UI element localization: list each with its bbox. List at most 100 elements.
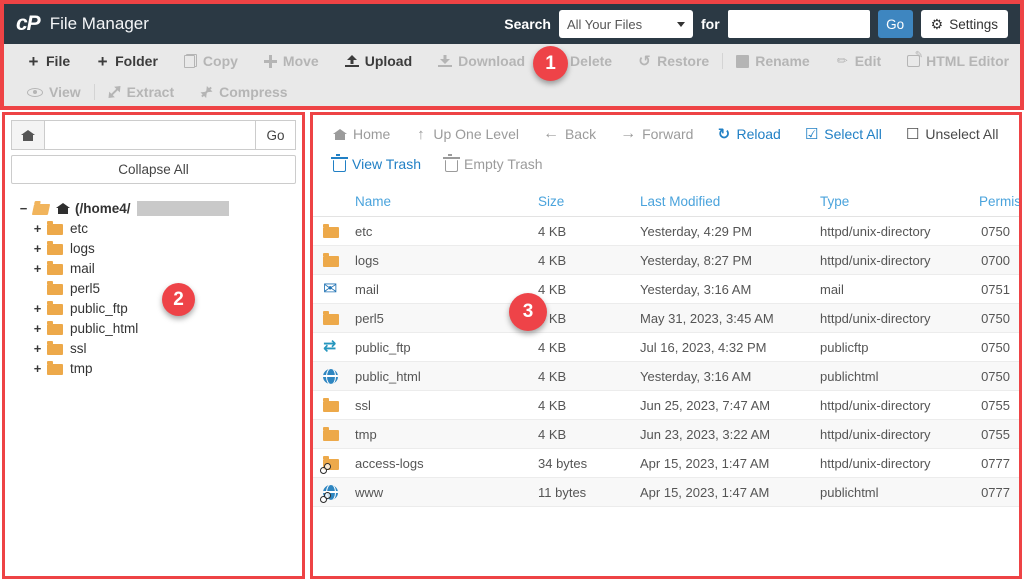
tree-item[interactable]: + logs: [11, 238, 296, 258]
table-row[interactable]: public_ftp 4 KB Jul 16, 2023, 4:32 PM pu…: [313, 333, 1019, 362]
file-size: 4 KB: [538, 282, 640, 297]
file-size: 4 KB: [538, 398, 640, 413]
file-name[interactable]: logs: [355, 253, 538, 268]
table-row[interactable]: mail 4 KB Yesterday, 3:16 AM mail 0751: [313, 275, 1019, 304]
nav-button-label: Forward: [642, 126, 693, 142]
table-row[interactable]: logs 4 KB Yesterday, 8:27 PM httpd/unix-…: [313, 246, 1019, 275]
toolbar-button[interactable]: Edit: [823, 53, 894, 69]
tree-toggle[interactable]: +: [33, 361, 42, 376]
nav-button[interactable]: Forward: [608, 125, 705, 143]
tree-item[interactable]: + ssl: [11, 338, 296, 358]
trash-button[interactable]: View Trash: [321, 156, 433, 172]
tree-item[interactable]: + public_ftp: [11, 298, 296, 318]
path-go-button[interactable]: Go: [256, 120, 296, 150]
tree-toggle[interactable]: +: [33, 301, 42, 316]
tree-toggle[interactable]: +: [33, 241, 42, 256]
trash-button[interactable]: Empty Trash: [433, 156, 555, 172]
toolbar-button[interactable]: Delete: [538, 53, 625, 69]
toolbar: File Folder Copy Move: [4, 44, 1020, 106]
tree-item[interactable]: + public_html: [11, 318, 296, 338]
column-header-name[interactable]: Name: [355, 194, 538, 209]
file-name[interactable]: access-logs: [355, 456, 538, 471]
chevron-down-icon: [677, 22, 685, 27]
for-label: for: [701, 16, 720, 32]
file-last-modified: Yesterday, 4:29 PM: [640, 224, 820, 239]
file-name[interactable]: mail: [355, 282, 538, 297]
toolbar-button[interactable]: Folder: [83, 53, 171, 69]
folder-icon: [47, 280, 65, 296]
nav-button[interactable]: Home: [321, 126, 402, 142]
tree-item[interactable]: − (/home4/: [11, 198, 296, 218]
file-size: 4 KB: [538, 224, 640, 239]
toolbar-button[interactable]: Rename: [722, 53, 822, 69]
column-header-size[interactable]: Size: [538, 194, 640, 209]
column-header-type[interactable]: Type: [820, 194, 978, 209]
column-header-permissions[interactable]: Permissions: [978, 194, 1019, 209]
toolbar-button[interactable]: View: [14, 84, 94, 100]
download-icon: [438, 55, 452, 67]
tree-item[interactable]: + tmp: [11, 358, 296, 378]
toolbar-button[interactable]: File: [14, 53, 83, 69]
table-row[interactable]: ssl 4 KB Jun 25, 2023, 7:47 AM httpd/uni…: [313, 391, 1019, 420]
folder-icon: [323, 223, 341, 239]
table-row[interactable]: etc 4 KB Yesterday, 4:29 PM httpd/unix-d…: [313, 217, 1019, 246]
search-input[interactable]: [728, 10, 870, 38]
toolbar-button[interactable]: Download: [425, 53, 538, 69]
nav-button[interactable]: Back: [531, 125, 608, 143]
delete-icon: [551, 54, 564, 68]
file-name[interactable]: public_html: [355, 369, 538, 384]
file-type: publichtml: [820, 485, 978, 500]
nav-button[interactable]: Select All: [793, 125, 894, 143]
table-row[interactable]: www 11 bytes Apr 15, 2023, 1:47 AM publi…: [313, 478, 1019, 507]
tree-toggle[interactable]: −: [19, 201, 28, 216]
file-name[interactable]: www: [355, 485, 538, 500]
tree-item[interactable]: perl5: [11, 278, 296, 298]
path-input[interactable]: [45, 120, 256, 150]
trash-button-label: Empty Trash: [464, 156, 543, 172]
table-row[interactable]: perl5 4 KB May 31, 2023, 3:45 AM httpd/u…: [313, 304, 1019, 333]
collapse-all-button[interactable]: Collapse All: [11, 155, 296, 184]
toolbar-button[interactable]: Restore: [625, 52, 722, 70]
table-row[interactable]: tmp 4 KB Jun 23, 2023, 3:22 AM httpd/uni…: [313, 420, 1019, 449]
folder-icon: [47, 300, 65, 316]
tree-toggle[interactable]: +: [33, 321, 42, 336]
toolbar-button[interactable]: Upload: [332, 53, 425, 69]
file-name[interactable]: perl5: [355, 311, 538, 326]
file-name[interactable]: public_ftp: [355, 340, 538, 355]
toolbar-button[interactable]: Move: [251, 53, 332, 69]
nav-button[interactable]: Up One Level: [402, 126, 531, 143]
search-scope-select[interactable]: All Your Files: [559, 10, 693, 38]
folder-icon: [47, 220, 65, 236]
file-name[interactable]: tmp: [355, 427, 538, 442]
file-type: httpd/unix-directory: [820, 398, 978, 413]
extract-icon: [109, 87, 120, 98]
tree-item[interactable]: + etc: [11, 218, 296, 238]
toolbar-button[interactable]: Copy: [171, 53, 251, 69]
folder-icon: [47, 320, 65, 336]
directory-tree: − (/home4/ + etc +: [11, 198, 296, 378]
file-permissions: 0751: [978, 282, 1019, 297]
table-row[interactable]: access-logs 34 bytes Apr 15, 2023, 1:47 …: [313, 449, 1019, 478]
tree-item[interactable]: + mail: [11, 258, 296, 278]
tree-toggle[interactable]: +: [33, 341, 42, 356]
nav-button[interactable]: Reload: [705, 125, 792, 143]
toolbar-button[interactable]: HTML Editor: [894, 53, 1022, 69]
trash-icon: [333, 160, 346, 172]
file-size: 4 KB: [538, 340, 640, 355]
file-name[interactable]: ssl: [355, 398, 538, 413]
toolbar-button[interactable]: Compress: [187, 84, 300, 100]
toolbar-button[interactable]: Extract: [94, 84, 187, 100]
file-permissions: 0750: [978, 311, 1019, 326]
file-name[interactable]: etc: [355, 224, 538, 239]
settings-button[interactable]: Settings: [921, 10, 1008, 38]
checkbox-checked-icon: [805, 125, 818, 143]
nav-button-label: Select All: [824, 126, 882, 142]
search-go-button[interactable]: Go: [878, 10, 913, 38]
tree-toggle[interactable]: +: [33, 261, 42, 276]
table-row[interactable]: public_html 4 KB Yesterday, 3:16 AM publ…: [313, 362, 1019, 391]
nav-button[interactable]: Unselect All: [894, 125, 1011, 143]
column-header-last-modified[interactable]: Last Modified: [640, 194, 820, 209]
file-table: etc 4 KB Yesterday, 4:29 PM httpd/unix-d…: [313, 217, 1019, 507]
tree-toggle[interactable]: +: [33, 221, 42, 236]
home-button[interactable]: [11, 120, 45, 150]
